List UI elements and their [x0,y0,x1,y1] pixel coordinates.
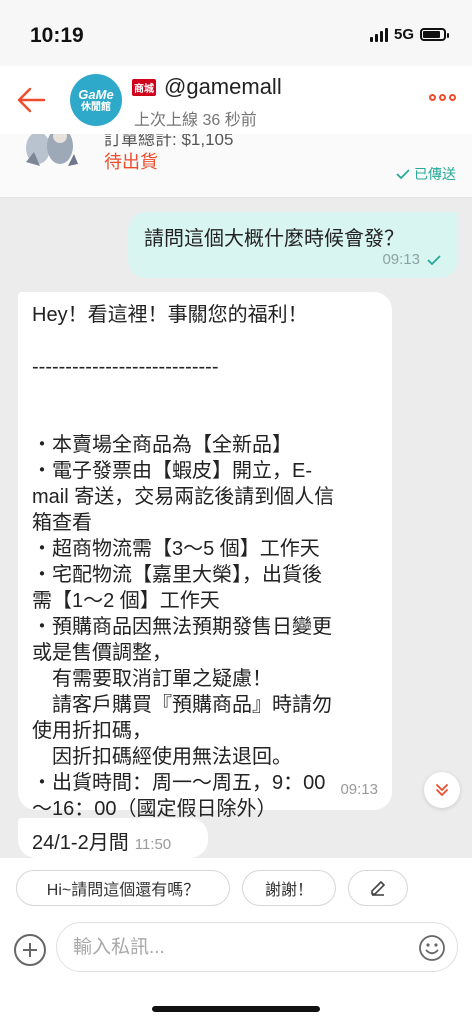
incoming-message-line: ・宅配物流【嘉里大榮】，出貨後 [32,564,322,586]
incoming-message-line [32,406,380,432]
message-input-box [56,922,458,972]
network-label: 5G [393,26,414,43]
status-bar: 10:19 5G [0,0,472,66]
incoming-message-short[interactable]: 24/1-2月間 11:50 [18,818,208,858]
edit-quick-replies-button[interactable] [348,870,408,906]
check-icon [396,169,410,180]
add-attachment-button[interactable] [14,934,46,966]
incoming-message[interactable]: Hey！看這裡！事關您的福利！ ------------------------… [18,292,392,820]
incoming-message-line: ・超商物流需【3～5 個】工作天 [32,538,320,560]
chat-header: GaMe 休閒館 商城 @gamemall 上次上線 36 秒前 [0,66,472,134]
composer-panel: Hi~請問這個還有嗎？ 謝謝！ [0,858,472,1024]
incoming-message-text: Hey！看這裡！事關您的福利！ ------------------------… [32,302,380,822]
incoming-message-line: mail 寄送，交易兩訖後請到個人信 [32,486,335,508]
product-thumbnail [26,134,78,166]
incoming-message-line [32,380,380,406]
incoming-message-line: ・電子發票由【蝦皮】開立，E- [32,460,312,482]
incoming-message-line: 箱查看 [32,512,92,534]
emoji-icon[interactable] [417,933,447,963]
status-time: 10:19 [30,24,84,47]
incoming-message-line: 請客戶購買『預購商品』時請勿 [32,694,332,716]
order-card[interactable]: 訂單總計: $1,105 待出貨 已傳送 [0,134,472,198]
incoming-message-line: 或是售價調整， [32,642,172,664]
quick-reply-thanks[interactable]: 謝謝！ [242,870,336,906]
incoming-message-line: ・本賣場全商品為【全新品】 [32,434,292,456]
incoming-message-line: ・出貨時間：周一～周五，9：00 [32,772,326,794]
incoming-message-line: Hey！看這裡！事關您的福利！ [32,304,308,326]
last-seen-status: 上次上線 36 秒前 [134,112,257,129]
mall-badge: 商城 [132,79,156,96]
order-status: 待出貨 [104,152,158,172]
home-indicator [152,1006,320,1012]
avatar-logo-subtext: 休閒館 [81,101,111,113]
scroll-to-bottom-button[interactable] [424,772,460,808]
incoming-message-time: 09:13 [340,781,378,798]
more-options-button[interactable] [429,94,456,101]
sent-status: 已傳送 [395,164,456,184]
signal-icon [369,27,388,42]
incoming-message-line: 因折扣碼經使用無法退回。 [32,746,292,768]
battery-icon [420,28,449,41]
status-indicators: 5G [369,26,449,43]
incoming-message-line: ---------------------------- [32,356,219,378]
outgoing-message-time: 09:13 [382,251,420,268]
back-arrow-icon [17,87,46,113]
edit-icon [371,881,385,896]
incoming-message-line [32,328,380,354]
more-dots-icon [429,94,436,101]
message-input[interactable] [73,933,403,963]
incoming-message-line: 需【1～2 個】工作天 [32,590,220,612]
outgoing-message-meta: 09:13 [382,251,442,268]
shop-name[interactable]: @gamemall [164,74,282,100]
shop-avatar[interactable]: GaMe 休閒館 [70,74,122,126]
read-check-icon [427,254,441,265]
double-chevron-down-icon [436,784,448,796]
incoming-message-line: ・預購商品因無法預期發售日變更 [32,616,332,638]
incoming-short-time: 11:50 [134,836,172,853]
incoming-message-line: 有需要取消訂單之疑慮！ [32,668,272,690]
incoming-message-line: 使用折扣碼， [32,720,152,742]
incoming-short-text: 24/1-2月間 [32,832,129,854]
back-button[interactable] [14,82,50,118]
avatar-logo-text: GaMe [78,86,114,102]
outgoing-message[interactable]: 請問這個大概什麼時候會發？ 09:13 [128,212,458,278]
sent-label: 已傳送 [414,166,456,182]
outgoing-message-text: 請問這個大概什麼時候會發？ [144,228,404,250]
quick-reply-availability[interactable]: Hi~請問這個還有嗎？ [16,870,230,906]
